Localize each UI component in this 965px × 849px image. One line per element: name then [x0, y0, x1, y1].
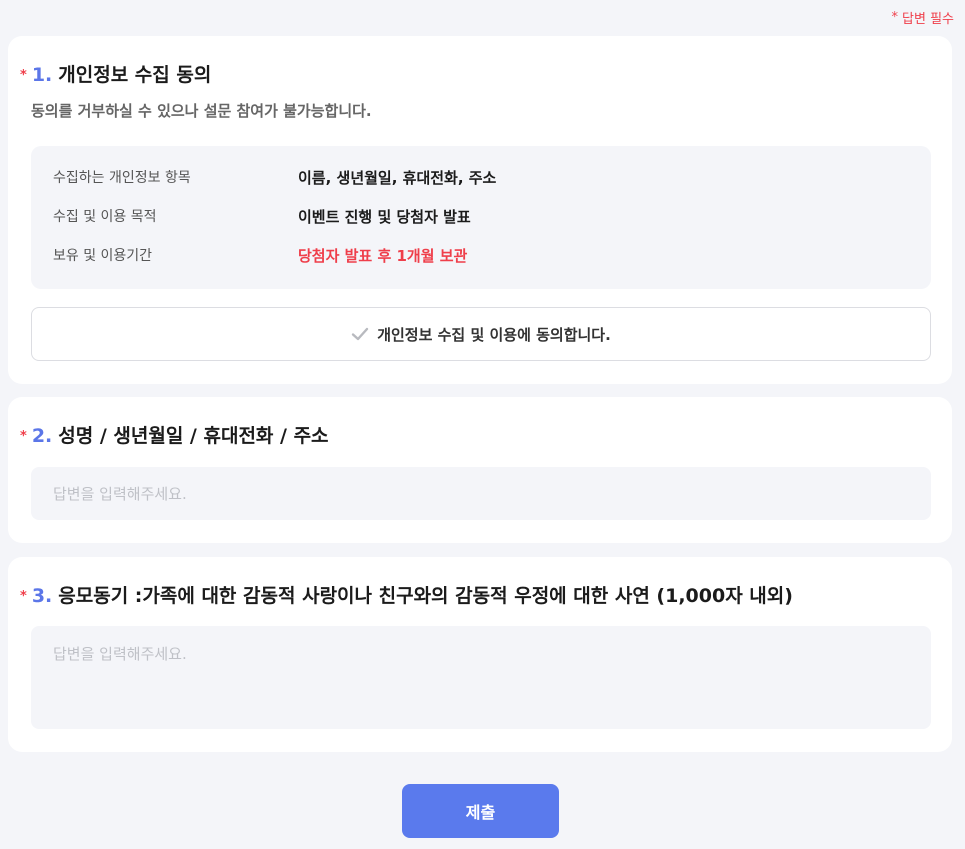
question-title-2: * 2. 성명 / 생년월일 / 휴대전화 / 주소: [20, 421, 329, 448]
question-card-1: * 1. 개인정보 수집 동의 동의를 거부하실 수 있으나 설문 참여가 불가…: [8, 36, 952, 384]
submit-button[interactable]: 제출: [402, 784, 559, 838]
privacy-info-box: 수집하는 개인정보 항목 이름, 생년월일, 휴대전화, 주소 수집 및 이용 …: [31, 146, 931, 289]
answer-input-2[interactable]: [31, 467, 931, 520]
question-card-2: * 2. 성명 / 생년월일 / 휴대전화 / 주소: [8, 397, 952, 543]
required-star-icon: *: [20, 589, 27, 604]
check-icon: [352, 327, 369, 341]
question-title-text: 개인정보 수집 동의: [58, 64, 212, 86]
info-row-label: 수집하는 개인정보 항목: [53, 170, 191, 186]
question-number: 1.: [31, 64, 53, 86]
info-row-value: 당첨자 발표 후 1개월 보관: [298, 246, 468, 265]
question-number: 2.: [31, 425, 53, 447]
info-row-value: 이름, 생년월일, 휴대전화, 주소: [298, 168, 497, 187]
info-row-label: 수집 및 이용 목적: [53, 209, 157, 225]
info-row: 수집하는 개인정보 항목 이름, 생년월일, 휴대전화, 주소: [53, 165, 909, 189]
info-row-label: 보유 및 이용기간: [53, 248, 153, 264]
answer-textarea-3[interactable]: [31, 626, 931, 729]
info-row-value: 이벤트 진행 및 당첨자 발표: [298, 207, 471, 226]
question-number: 3.: [31, 585, 53, 607]
info-row: 보유 및 이용기간 당첨자 발표 후 1개월 보관: [53, 243, 909, 267]
required-star-icon: *: [891, 10, 899, 25]
consent-notice: 동의를 거부하실 수 있으나 설문 참여가 불가능합니다.: [31, 102, 372, 120]
question-title-text: 응모동기 :가족에 대한 감동적 사랑이나 친구와의 감동적 우정에 대한 사연…: [58, 585, 793, 607]
required-note-label: 답변 필수: [902, 12, 954, 27]
info-row: 수집 및 이용 목적 이벤트 진행 및 당첨자 발표: [53, 204, 909, 228]
agree-button[interactable]: 개인정보 수집 및 이용에 동의합니다.: [31, 307, 931, 361]
question-title-text: 성명 / 생년월일 / 휴대전화 / 주소: [58, 425, 329, 447]
question-title-1: * 1. 개인정보 수집 동의: [20, 60, 211, 87]
agree-button-label: 개인정보 수집 및 이용에 동의합니다.: [377, 325, 611, 344]
question-title-3: * 3. 응모동기 :가족에 대한 감동적 사랑이나 친구와의 감동적 우정에 …: [20, 581, 793, 608]
required-star-icon: *: [20, 68, 27, 83]
question-card-3: * 3. 응모동기 :가족에 대한 감동적 사랑이나 친구와의 감동적 우정에 …: [8, 557, 952, 752]
required-note: * 답변 필수: [892, 8, 954, 27]
required-star-icon: *: [20, 429, 27, 444]
